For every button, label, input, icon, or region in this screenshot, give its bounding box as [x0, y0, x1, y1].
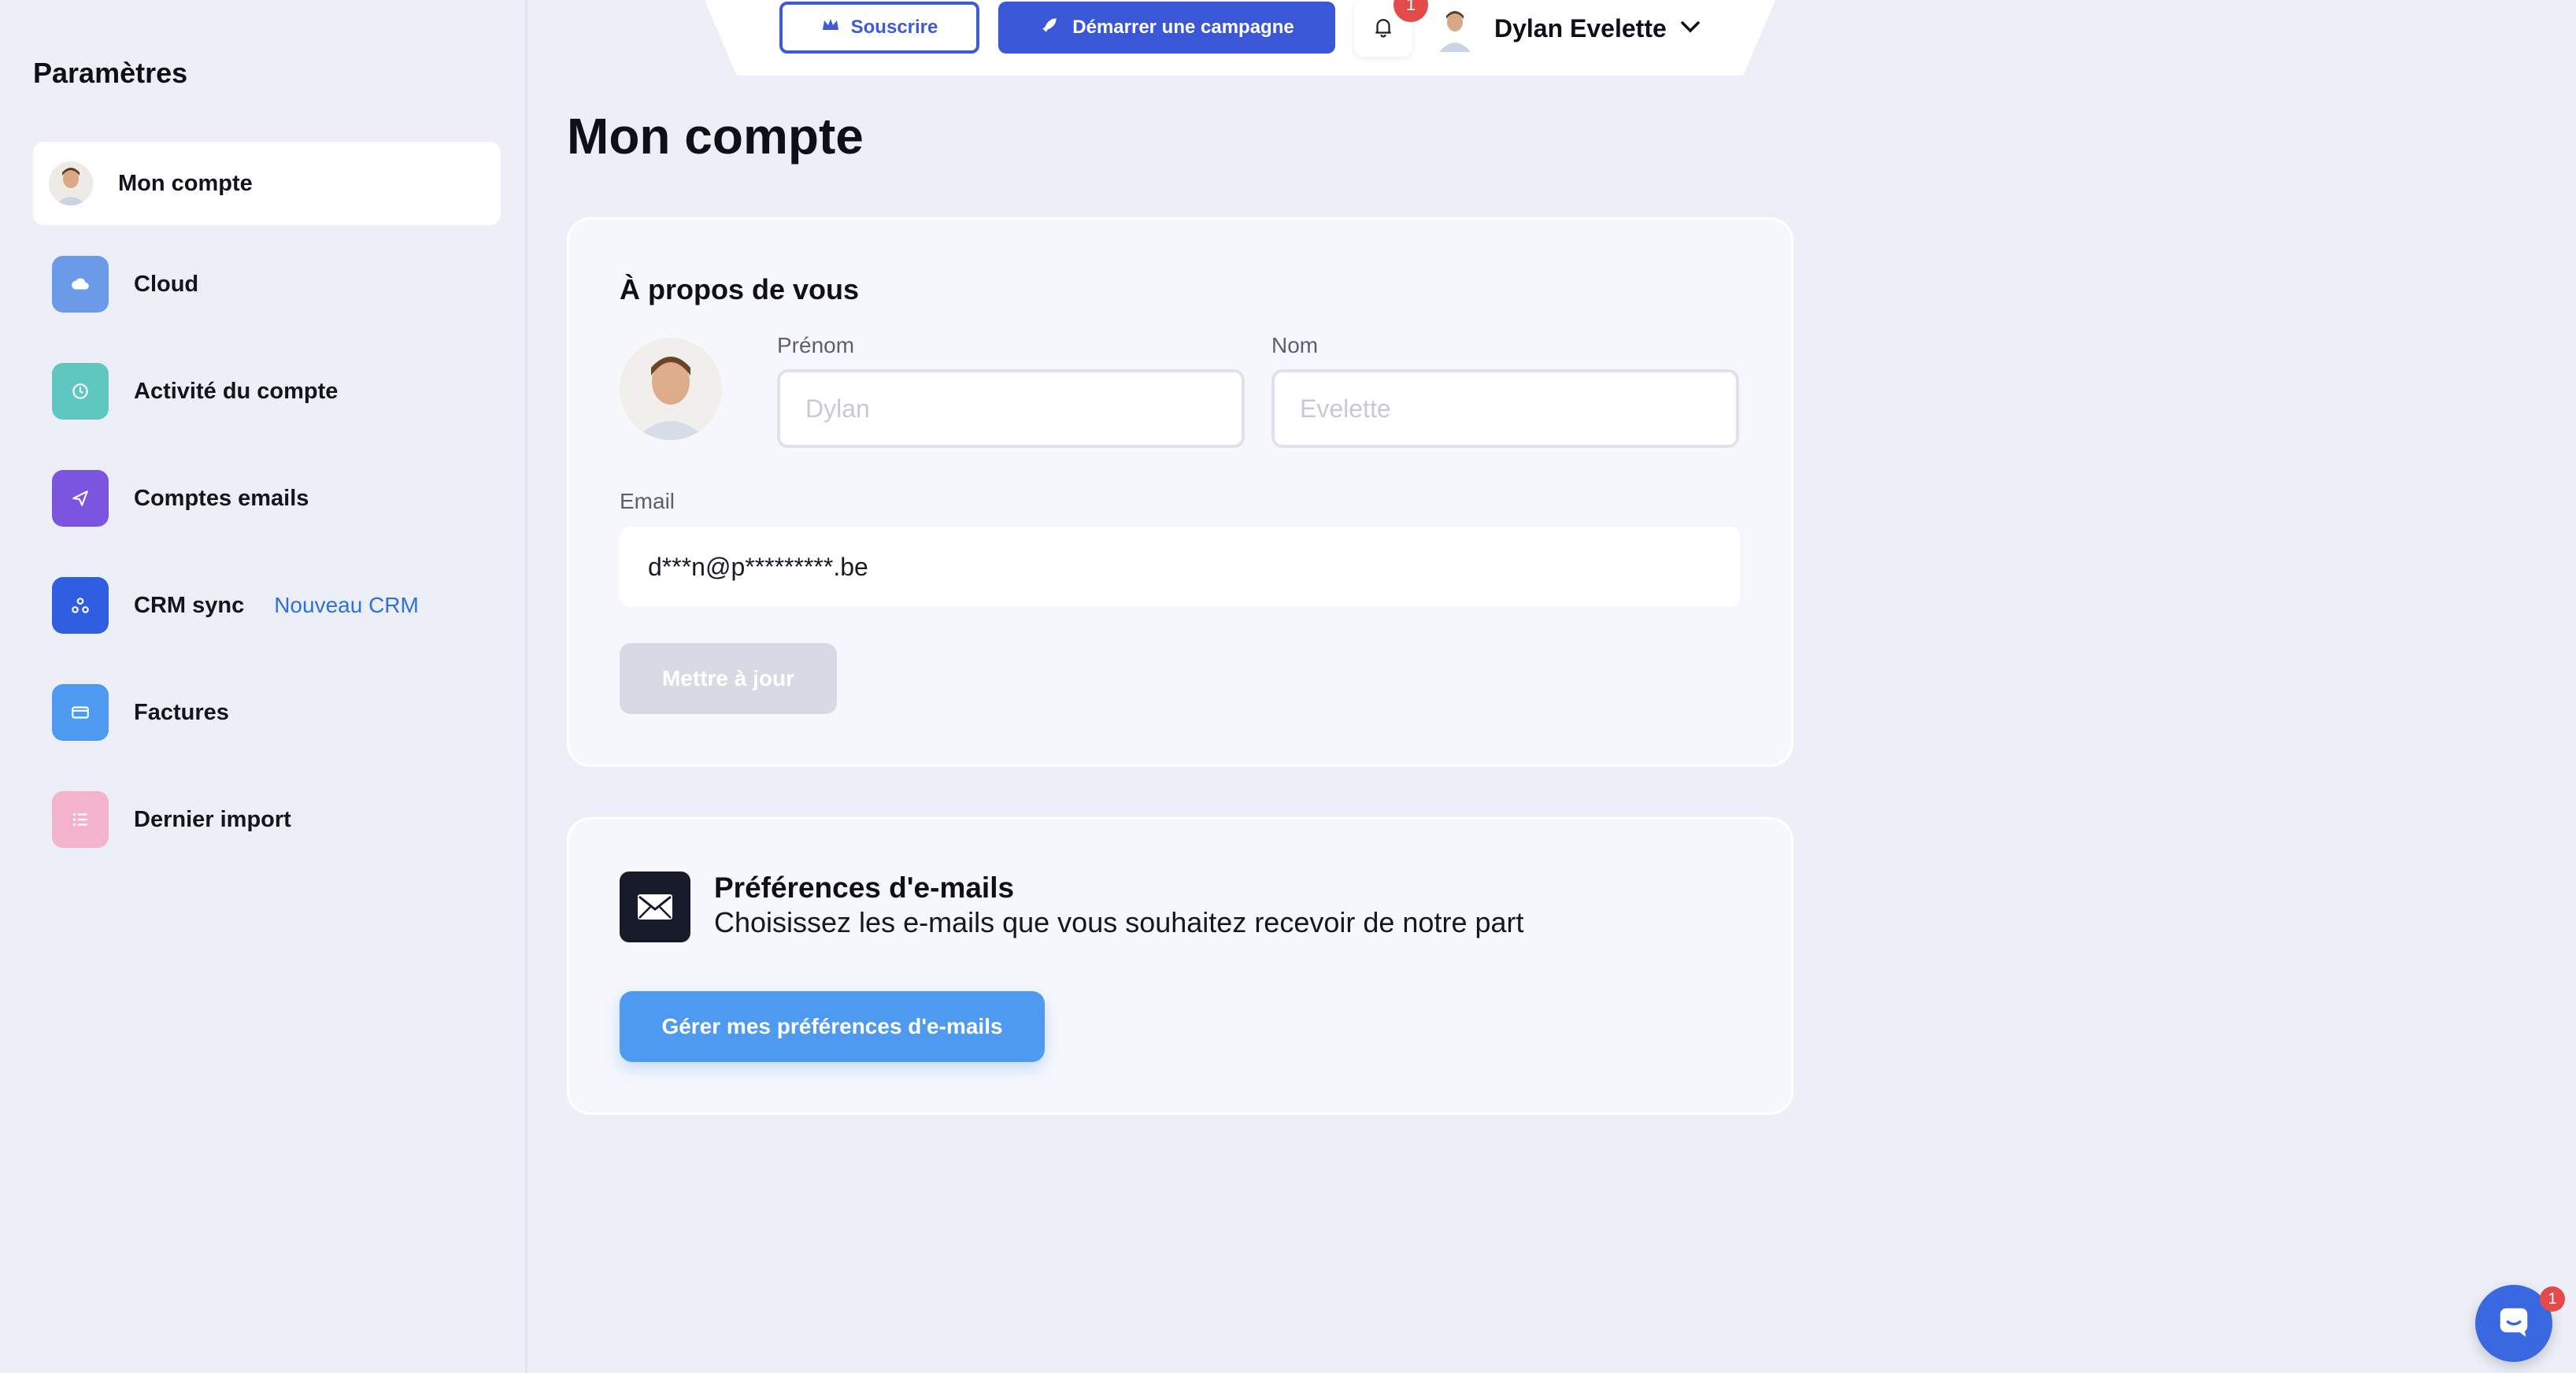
settings-sidebar: Paramètres Mon compte Cloud Activité du …: [0, 0, 527, 1373]
rocket-icon: [1039, 15, 1060, 41]
sidebar-item-label: CRM sync: [134, 592, 245, 618]
email-prefs-title: Préférences d'e-mails: [714, 872, 1015, 904]
sidebar-item-cloud[interactable]: Cloud: [33, 242, 501, 326]
manage-email-prefs-button[interactable]: Gérer mes préférences d'e-mails: [620, 991, 1045, 1062]
subscribe-label: Souscrire: [850, 17, 938, 38]
send-icon: [52, 470, 109, 527]
clock-icon: [52, 363, 109, 420]
cloud-icon: [52, 256, 109, 313]
sidebar-item-label: Comptes emails: [134, 485, 309, 511]
user-menu[interactable]: Dylan Evelette: [1433, 2, 1701, 55]
sidebar-item-label: Cloud: [134, 271, 199, 297]
sidebar-item-label: Mon compte: [118, 170, 253, 196]
sidebar-item-factures[interactable]: Factures: [33, 671, 501, 754]
bell-icon: [1371, 14, 1395, 43]
sidebar-item-dernier-import[interactable]: Dernier import: [33, 778, 501, 861]
sidebar-item-mon-compte[interactable]: Mon compte: [33, 142, 501, 225]
about-you-card: À propos de vous Prénom Dylan Nom Evelet…: [567, 217, 1793, 767]
mail-icon: [620, 872, 690, 942]
email-preferences-card: Préférences d'e-mails Choisissez les e-m…: [567, 817, 1793, 1115]
sidebar-item-activite[interactable]: Activité du compte: [33, 350, 501, 433]
avatar-icon: [49, 161, 93, 205]
webhook-icon: [52, 577, 109, 634]
sidebar-item-label: Dernier import: [134, 806, 291, 832]
start-campaign-button[interactable]: Démarrer une campagne: [998, 2, 1335, 54]
sidebar-item-comptes-emails[interactable]: Comptes emails: [33, 457, 501, 540]
last-name-input[interactable]: Evelette: [1271, 369, 1739, 448]
user-name: Dylan Evelette: [1494, 13, 1667, 43]
email-field[interactable]: d***n@p*********.be: [620, 527, 1741, 607]
sidebar-item-label: Factures: [134, 699, 229, 725]
last-name-label: Nom: [1271, 333, 1319, 357]
about-card-title: À propos de vous: [620, 273, 860, 305]
sidebar-item-label: Activité du compte: [134, 378, 339, 404]
chat-badge: 1: [2540, 1286, 2565, 1312]
email-label: Email: [620, 489, 675, 513]
campaign-label: Démarrer une campagne: [1072, 17, 1294, 38]
chevron-down-icon: [1679, 19, 1701, 39]
first-name-label: Prénom: [777, 333, 855, 357]
list-icon: [52, 791, 109, 848]
subscribe-button[interactable]: Souscrire: [779, 2, 979, 54]
sidebar-item-crm-sync[interactable]: CRM sync Nouveau CRM: [33, 564, 501, 647]
sidebar-title: Paramètres: [33, 57, 188, 89]
crown-icon: [821, 17, 840, 39]
card-icon: [52, 684, 109, 741]
user-avatar: [1433, 5, 1477, 52]
email-prefs-subtitle: Choisissez les e-mails que vous souhaite…: [714, 906, 1524, 938]
update-button[interactable]: Mettre à jour: [620, 643, 837, 714]
new-crm-badge: Nouveau CRM: [274, 593, 419, 617]
profile-photo[interactable]: [620, 338, 722, 440]
page-title: Mon compte: [567, 108, 864, 165]
first-name-input[interactable]: Dylan: [777, 369, 1245, 448]
chat-icon: [2496, 1304, 2532, 1344]
